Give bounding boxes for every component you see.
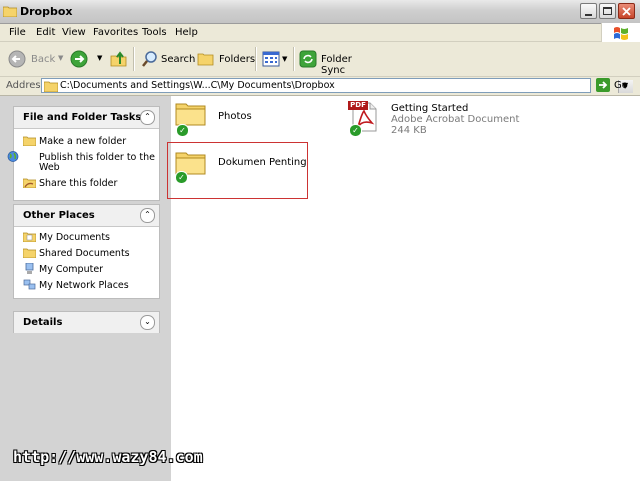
address-label: Address [6, 80, 46, 91]
folder-sync-icon [299, 50, 317, 68]
expand-icon[interactable]: ⌄ [140, 315, 155, 330]
search-icon [142, 51, 157, 67]
back-button[interactable]: Back ▼ [6, 48, 64, 70]
address-value: C:\Documents and Settings\W...C\My Docum… [60, 80, 335, 91]
place-label: My Network Places [39, 280, 129, 291]
window-title: Dropbox [20, 5, 73, 18]
folders-label: Folders [219, 54, 256, 65]
folders-button[interactable]: Folders [196, 48, 255, 70]
panel-title: Other Places [23, 210, 95, 221]
go-button[interactable]: Go [596, 78, 636, 94]
address-field[interactable]: C:\Documents and Settings\W...C\My Docum… [41, 78, 633, 93]
views-icon [262, 51, 280, 67]
file-item-getting-started[interactable]: PDF ✓ Getting Started Adobe Acrobat Docu… [348, 99, 519, 139]
folder-item-photos[interactable]: ✓ Photos [173, 96, 303, 137]
collapse-icon[interactable]: ⌃ [140, 110, 155, 125]
forward-arrow-icon [70, 50, 88, 68]
views-button[interactable]: ▼ [260, 48, 290, 70]
my-documents-icon [22, 231, 37, 243]
place-shared-documents[interactable]: Shared Documents [22, 247, 148, 259]
file-folder-tasks-header[interactable]: File and Folder Tasks ⌃ [14, 107, 159, 129]
network-places-icon [23, 279, 36, 290]
task-share-folder[interactable]: Share this folder [22, 177, 148, 189]
collapse-icon[interactable]: ⌃ [140, 208, 155, 223]
watermark-text: http://www.wazy84.com [13, 448, 203, 466]
task-label: Publish this folder to the Web [39, 152, 155, 173]
file-folder-tasks-panel: File and Folder Tasks ⌃ Make a new folde… [7, 106, 160, 201]
folder-sync-button[interactable]: Folder Sync [298, 48, 373, 76]
back-dropdown-icon[interactable]: ▼ [58, 54, 63, 62]
panel-title: Details [23, 317, 63, 328]
file-size: 244 KB [391, 125, 427, 136]
menu-tools[interactable]: Tools [142, 27, 167, 38]
menu-favorites[interactable]: Favorites [93, 27, 138, 38]
menu-edit[interactable]: Edit [36, 27, 55, 38]
go-arrow-icon [596, 78, 610, 92]
place-label: My Documents [39, 232, 111, 243]
file-name: Photos [218, 111, 252, 122]
menu-view[interactable]: View [62, 27, 86, 38]
share-folder-icon [22, 177, 37, 189]
other-places-header[interactable]: Other Places ⌃ [14, 205, 159, 227]
close-button[interactable] [618, 3, 635, 19]
folder-icon [175, 103, 206, 126]
my-computer-icon [23, 262, 36, 274]
folder-item-dokumen-penting[interactable]: ✓ Dokumen Penting [167, 142, 308, 199]
place-my-network-places[interactable]: My Network Places [23, 279, 148, 291]
address-bar: Address C:\Documents and Settings\W...C\… [0, 77, 640, 96]
search-label: Search [161, 54, 196, 65]
file-list: ✓ Photos ✓ Dokumen Penting PDF ✓ Getting… [167, 96, 640, 481]
folder-sync-label: Folder Sync [321, 54, 352, 76]
panel-title: File and Folder Tasks [23, 112, 142, 123]
views-dropdown-icon: ▼ [282, 55, 288, 63]
details-panel: Details ⌄ [13, 311, 160, 333]
forward-button[interactable]: ▼ [70, 50, 106, 70]
folder-icon [44, 81, 58, 92]
new-folder-icon [22, 135, 37, 147]
pdf-badge: PDF [348, 101, 368, 110]
task-publish-to-web[interactable]: Publish this folder to the Web [7, 151, 164, 173]
file-name: Dokumen Penting [218, 157, 307, 168]
windows-flag-icon [614, 27, 628, 40]
folders-icon [197, 53, 214, 66]
up-folder-icon[interactable] [110, 50, 128, 68]
sync-check-icon: ✓ [176, 124, 189, 137]
search-button[interactable]: Search [139, 48, 195, 70]
menu-bar: File Edit View Favorites Tools Help [0, 24, 640, 42]
toolbar: Back ▼ ▼ Search Folders ▼ Folder Sync [0, 42, 640, 77]
minimize-button[interactable] [580, 3, 597, 19]
menu-file[interactable]: File [9, 27, 26, 38]
file-type: Adobe Acrobat Document [391, 114, 520, 125]
globe-icon [7, 151, 36, 162]
maximize-button[interactable] [599, 3, 616, 19]
back-label: Back [31, 54, 56, 65]
menu-help[interactable]: Help [175, 27, 198, 38]
sync-check-icon: ✓ [175, 171, 188, 184]
details-header[interactable]: Details ⌄ [14, 312, 159, 333]
other-places-panel: Other Places ⌃ My Documents Shared Docum… [13, 204, 160, 299]
task-label: Share this folder [39, 178, 118, 189]
shared-documents-icon [22, 247, 37, 259]
sync-check-icon: ✓ [349, 124, 362, 137]
task-label: Make a new folder [39, 136, 127, 147]
windows-logo [601, 23, 640, 43]
task-pane: File and Folder Tasks ⌃ Make a new folde… [0, 96, 171, 481]
title-bar[interactable]: Dropbox [0, 0, 640, 24]
folder-icon [3, 6, 17, 17]
close-icon [622, 7, 631, 16]
back-arrow-icon [8, 50, 26, 68]
forward-dropdown-icon[interactable]: ▼ [97, 54, 102, 62]
place-my-computer[interactable]: My Computer [23, 262, 148, 275]
file-name: Getting Started [391, 103, 469, 114]
place-label: Shared Documents [39, 248, 130, 259]
place-my-documents[interactable]: My Documents [22, 231, 148, 243]
go-label: Go [614, 80, 628, 91]
place-label: My Computer [39, 264, 104, 275]
task-make-new-folder[interactable]: Make a new folder [22, 135, 148, 147]
